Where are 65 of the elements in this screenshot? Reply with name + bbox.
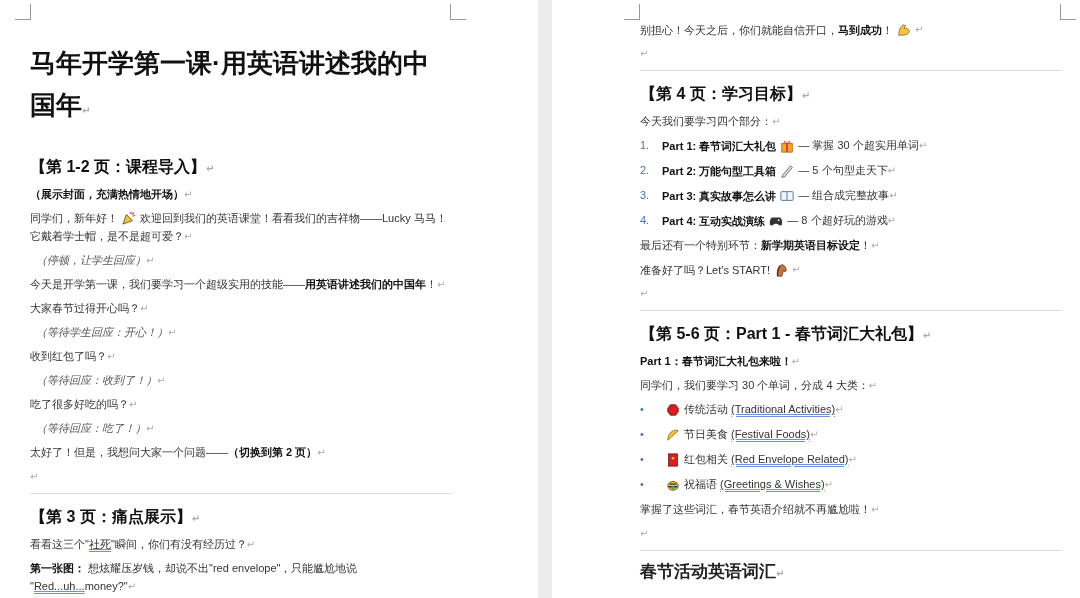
document-title: 马年开学第一课·用英语讲述我的中国年↵	[30, 47, 430, 122]
paragraph: ↵	[30, 470, 40, 484]
paragraph-text: 别担心！今天之后，你们就能自信开口，马到成功！	[640, 22, 893, 38]
envelope-icon	[666, 452, 680, 467]
margin-corner-mark	[15, 4, 31, 20]
paragraph: ↵	[640, 287, 650, 301]
stage-direction: （停顿，让学生回应）↵	[35, 253, 156, 268]
paragraph-text: 欢迎回到我们的英语课堂！看看我们的吉祥物——Lucky 马马！	[140, 211, 447, 226]
paragraph: 吃了很多好吃的吗？↵	[30, 397, 139, 412]
dumpling-icon	[666, 427, 680, 442]
list-item-text: — 掌握 30 个超实用单词↵	[798, 138, 928, 153]
paragraph: Part 1：春节词汇大礼包来啦！↵	[640, 354, 801, 369]
gift-icon	[780, 138, 795, 153]
list-item-text: — 5 个句型走天下↵	[798, 163, 896, 178]
section-heading: 【第 3 页：痛点展示】↵	[30, 507, 202, 527]
list-item-text: 祝福语 (Greetings & Wishes)↵	[684, 477, 833, 492]
paragraph: 掌握了这些词汇，春节英语介绍就不再尴尬啦！↵	[640, 502, 881, 517]
list-item-text: 传统活动 (Traditional Activities)↵	[684, 402, 844, 417]
paragraph: （展示封面，充满热情地开场）↵	[30, 187, 194, 202]
paragraph: 最后还有一个特别环节：新学期英语目标设定！↵	[640, 238, 881, 253]
party-popper-icon	[122, 211, 136, 225]
paragraph-text: 同学们，新年好！	[30, 211, 118, 226]
bullet: •	[640, 402, 645, 417]
paragraph: 第一张图： 想炫耀压岁钱，却说不出"red envelope"，只能尴尬地说 "Red...uh...money?"↵	[30, 561, 359, 594]
list-item-text: Part 3: 真实故事怎么讲	[662, 188, 777, 204]
margin-corner-mark	[624, 4, 640, 20]
list-number: 3.	[640, 188, 651, 203]
paragraph-text: 准备好了吗？Let's START!	[640, 262, 771, 278]
paragraph-text: ↵	[915, 23, 924, 37]
paragraph: 大家春节过得开心吗？↵	[30, 301, 150, 316]
paragraph: 今天我们要学习四个部分：↵	[640, 114, 782, 129]
bullet: •	[640, 427, 645, 442]
margin-corner-mark	[1060, 4, 1076, 20]
bullet: •	[640, 477, 645, 492]
list-item-text: Part 4: 互动实战演练	[662, 213, 766, 229]
paragraph: 收到红包了吗？↵	[30, 349, 117, 364]
paragraph: 看看这三个"社死"瞬间，你们有没有经历过？↵	[30, 537, 257, 552]
paragraph-text: 它戴着学士帽，是不是超可爱？↵	[30, 229, 194, 244]
bullet: •	[640, 452, 645, 467]
list-number: 2.	[640, 163, 651, 178]
list-item-text: Part 2: 万能句型工具箱	[662, 163, 777, 179]
list-item-text: — 8 个超好玩的游戏↵	[787, 213, 896, 228]
horse-icon	[774, 262, 789, 277]
book-icon	[780, 188, 795, 203]
section-heading: 【第 4 页：学习目标】↵	[640, 84, 812, 104]
section-heading: 【第 1-2 页：课程导入】↵	[30, 157, 216, 177]
paragraph-text: ↵	[792, 263, 801, 277]
list-item-text: 节日美食 (Festival Foods)↵	[684, 427, 819, 442]
stage-direction: （等待学生回应：开心！）↵	[35, 325, 178, 340]
paragraph: 今天是开学第一课，我们要学习一个超级实用的技能——用英语讲述我们的中国年！↵	[30, 277, 447, 292]
stage-direction: （等待回应：收到了！）↵	[35, 373, 167, 388]
list-item-text: 红包相关 (Red Envelope Related)↵	[684, 452, 857, 467]
paragraph: 同学们，我们要学习 30 个单词，分成 4 大类：↵	[640, 378, 878, 393]
list-item-text: Part 1: 春节词汇大礼包	[662, 138, 777, 154]
paragraph: ↵	[640, 527, 650, 541]
stage-direction: （等待回应：吃了！）↵	[35, 421, 156, 436]
list-number: 4.	[640, 213, 651, 228]
paragraph: ↵	[640, 47, 650, 61]
list-item-text: — 组合成完整故事↵	[798, 188, 898, 203]
pen-icon	[780, 163, 795, 178]
section-heading: 【第 5-6 页：Part 1 - 春节词汇大礼包】↵	[640, 324, 933, 344]
margin-corner-mark	[450, 4, 466, 20]
section-subheading: 春节活动英语词汇↵	[640, 561, 786, 583]
list-number: 1.	[640, 138, 651, 153]
paragraph: 太好了！但是，我想问大家一个问题——（切换到第 2 页）↵	[30, 445, 327, 460]
